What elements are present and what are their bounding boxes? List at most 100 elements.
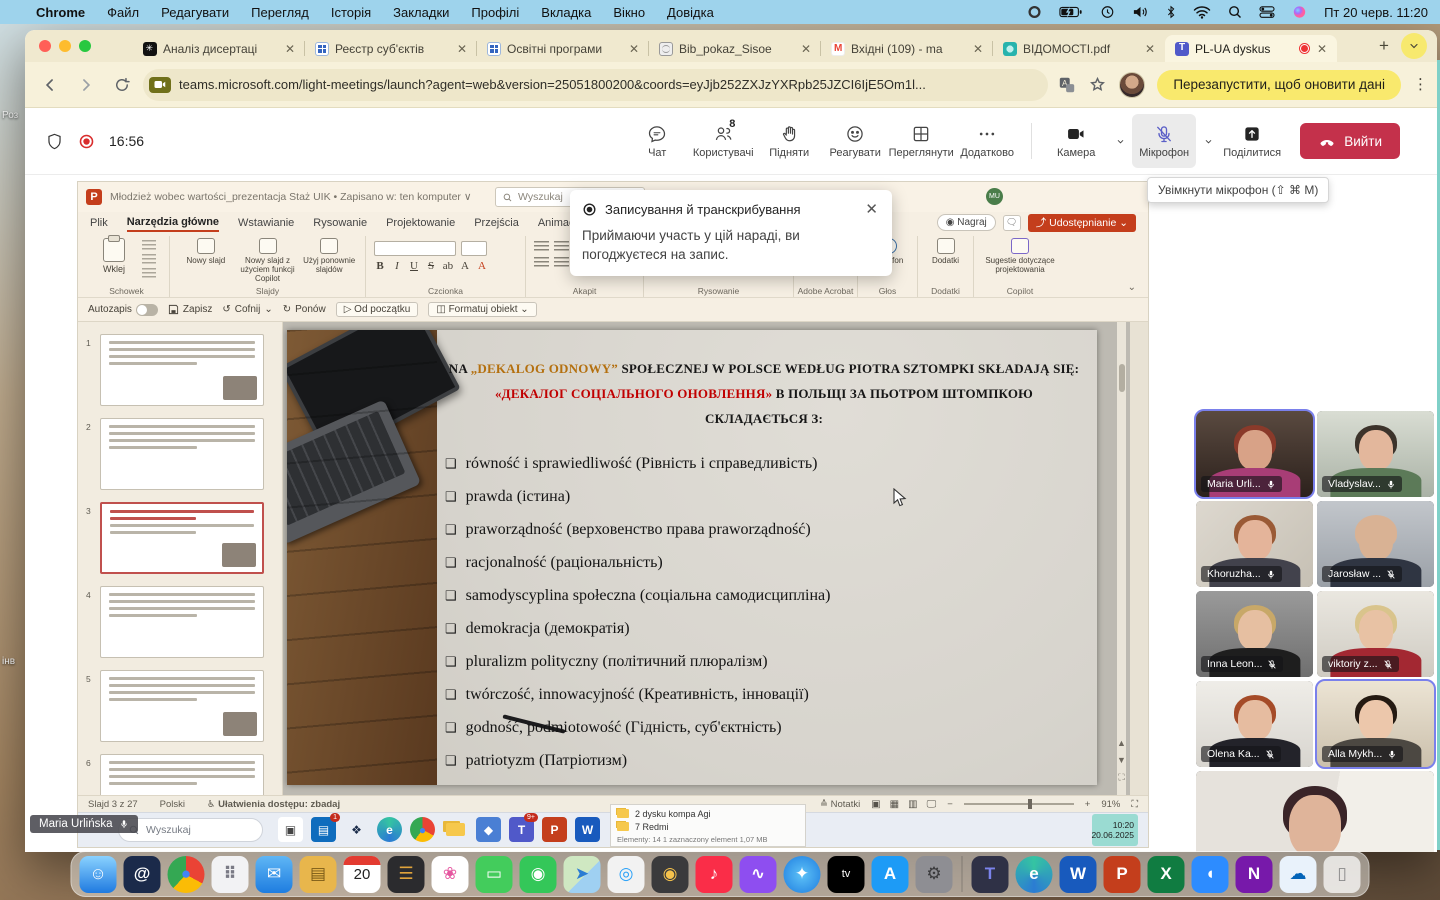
browser-tab[interactable]: Освітні програми ✕ <box>477 35 649 62</box>
zoom-level[interactable]: 91% <box>1101 799 1120 810</box>
facetime-icon[interactable]: ◉ <box>520 856 557 893</box>
mic-chevron-icon[interactable] <box>1200 136 1216 147</box>
more-button[interactable]: Додатково <box>955 114 1019 168</box>
tab-close-icon[interactable]: ✕ <box>971 42 985 56</box>
save-button[interactable]: Zapisz <box>168 304 212 315</box>
participant-tile[interactable]: Братко Марія <box>1196 771 1434 852</box>
zoom-icon[interactable]: ◖ <box>1192 856 1229 893</box>
slide-thumbnail-2[interactable]: 2 <box>78 418 282 502</box>
ppt-share-button[interactable]: ⤴ Udostępnianie ⌄ <box>1028 214 1136 232</box>
slide-thumbnail-panel[interactable]: 1 2 3 4 5 6 <box>78 322 283 795</box>
menubar-item-профілі[interactable]: Профілі <box>471 5 519 20</box>
address-bar[interactable]: teams.microsoft.com/light-meetings/launc… <box>143 69 1048 101</box>
from-start-button[interactable]: ▷ Od początku <box>336 302 419 317</box>
slide-counter[interactable]: Slajd 3 z 27 <box>88 799 138 810</box>
close-icon[interactable]: ✕ <box>863 200 880 218</box>
format-object-button[interactable]: ◫ Formatuj obiekt ⌄ <box>428 302 536 317</box>
menubar-item-історія[interactable]: Історія <box>331 5 371 20</box>
restart-to-update-button[interactable]: Перезапустити, щоб оновити дані <box>1157 70 1401 100</box>
teams-taskbar-icon[interactable]: T9+ <box>509 817 534 842</box>
slide-scrollbar[interactable] <box>1117 322 1126 795</box>
finder-icon[interactable]: ☺ <box>80 856 117 893</box>
tab-search-chevron-icon[interactable] <box>1401 33 1427 59</box>
fit-slide-button[interactable]: ⛶ <box>1131 799 1138 810</box>
taskbar-clock[interactable]: 10:20 20.06.2025 <box>1092 814 1138 846</box>
word-icon[interactable]: W <box>1060 856 1097 893</box>
reuse-slides-button[interactable]: Użyj ponownie slajdów <box>301 238 357 274</box>
slide-thumbnail-4[interactable]: 4 <box>78 586 282 670</box>
menubar-clock[interactable]: Пт 20 черв. 11:20 <box>1324 5 1428 20</box>
undo-button[interactable]: ↺ Cofnij ⌄ <box>222 304 272 315</box>
participant-tile[interactable]: Jarosław ... <box>1317 501 1434 587</box>
browser-tab[interactable]: PL-UA dyskus ✕ <box>1165 35 1337 62</box>
browser-tab[interactable]: ВІДОМОСТІ.pdf ✕ <box>993 35 1165 62</box>
control-center-icon[interactable] <box>1259 5 1275 19</box>
chrome-taskbar-icon[interactable]: ● <box>410 817 435 842</box>
teams-icon[interactable]: T <box>972 856 1009 893</box>
meeting-camera-chip-icon[interactable] <box>149 77 171 93</box>
participant-tile[interactable]: Khoruzha... <box>1196 501 1313 587</box>
dropbox-taskbar-icon[interactable]: ❖ <box>344 817 369 842</box>
task-view-taskbar-icon[interactable]: ▣ <box>278 817 303 842</box>
podcasts-icon[interactable]: ∿ <box>740 856 777 893</box>
browser-menu-icon[interactable]: ⋮ <box>1413 82 1427 87</box>
slide-thumbnail-3[interactable]: 3 <box>78 502 282 586</box>
ppt-record-button[interactable]: ◉ Nagraj <box>937 214 996 231</box>
menubar-item-вікно[interactable]: Вікно <box>613 5 645 20</box>
tab-close-icon[interactable]: ✕ <box>455 42 469 56</box>
apple-tv-icon[interactable]: tv <box>828 856 865 893</box>
menubar-item-закладки[interactable]: Закладки <box>393 5 449 20</box>
powerpoint-icon[interactable]: P <box>1104 856 1141 893</box>
view-button[interactable]: Переглянути <box>889 114 953 168</box>
participant-tile[interactable]: Vladyslav... <box>1317 411 1434 497</box>
participant-tile[interactable]: Olena Ka... <box>1196 681 1313 767</box>
excel-icon[interactable]: X <box>1148 856 1185 893</box>
copilot-slide-button[interactable]: Nowy slajd z użyciem funkcji Copilot <box>240 238 296 283</box>
siri-icon[interactable] <box>1292 5 1307 19</box>
designer-button[interactable]: Sugestie dotyczące projektowania <box>982 238 1058 274</box>
browser-tab[interactable]: Вхідні (109) - ma ✕ <box>821 35 993 62</box>
browser-tab[interactable]: Реєстр суб'єктів ✕ <box>305 35 477 62</box>
view-switcher-icons[interactable]: ▣▦▥🖵 <box>871 799 936 810</box>
ppt-tab-wstawianie[interactable]: Wstawianie <box>238 215 294 231</box>
chrome-icon[interactable]: ● <box>168 856 205 893</box>
notes-icon[interactable]: ▤ <box>300 856 337 893</box>
mail-icon[interactable]: ✉ <box>256 856 293 893</box>
browser-tab[interactable]: Bib_pokaz_Sisoe ✕ <box>649 35 821 62</box>
translate-icon[interactable]: A <box>1058 76 1076 94</box>
reminders-icon[interactable]: ☰ <box>388 856 425 893</box>
camera-button[interactable]: Камера <box>1044 114 1108 168</box>
accessibility-check[interactable]: ♿ Ułatwienia dostępu: zbadaj <box>207 799 340 810</box>
time-machine-icon[interactable] <box>1100 5 1115 19</box>
photo-booth-icon[interactable]: ◉ <box>652 856 689 893</box>
edge-icon[interactable]: e <box>1016 856 1053 893</box>
zoom-window-button[interactable] <box>79 40 91 52</box>
paste-button[interactable]: Wklej <box>92 238 136 274</box>
find-my-icon[interactable]: ◎ <box>608 856 645 893</box>
comments-icon[interactable]: 🗨 <box>1003 215 1021 231</box>
ppt-tab-rysowanie[interactable]: Rysowanie <box>313 215 367 231</box>
active-app-name[interactable]: Chrome <box>36 5 85 20</box>
explorer-item[interactable]: 2 dysku kompa Agi <box>617 807 799 820</box>
word-taskbar-icon[interactable]: W <box>575 817 600 842</box>
explorer-taskbar-icon[interactable] <box>443 817 468 842</box>
new-slide-button[interactable]: Nowy slajd <box>178 238 234 265</box>
loop-app-icon[interactable]: @ <box>124 856 161 893</box>
ppt-document-title[interactable]: Młodzież wobec wartości_prezentacja Staż… <box>110 191 472 203</box>
raise-button[interactable]: Підняти <box>757 114 821 168</box>
back-button[interactable] <box>35 70 65 100</box>
tab-close-icon[interactable]: ✕ <box>1315 42 1329 56</box>
zoom-in-button[interactable]: + <box>1085 799 1091 810</box>
react-button[interactable]: Реагувати <box>823 114 887 168</box>
menubar-item-довідка[interactable]: Довідка <box>667 5 714 20</box>
powerpoint-taskbar-icon[interactable]: P <box>542 817 567 842</box>
ppt-account-avatar[interactable]: MU <box>986 188 1003 205</box>
messages-icon[interactable]: ▭ <box>476 856 513 893</box>
participant-tile[interactable]: viktoriy z... <box>1317 591 1434 677</box>
safari-icon[interactable]: ✦ <box>784 856 821 893</box>
launchpad-icon[interactable]: ⠿ <box>212 856 249 893</box>
chat-button[interactable]: Чат <box>625 114 689 168</box>
slide-nav-arrows[interactable]: ▲▼⛶ <box>1115 738 1128 783</box>
tab-close-icon[interactable]: ✕ <box>283 42 297 56</box>
camera-chevron-icon[interactable] <box>1112 136 1128 147</box>
